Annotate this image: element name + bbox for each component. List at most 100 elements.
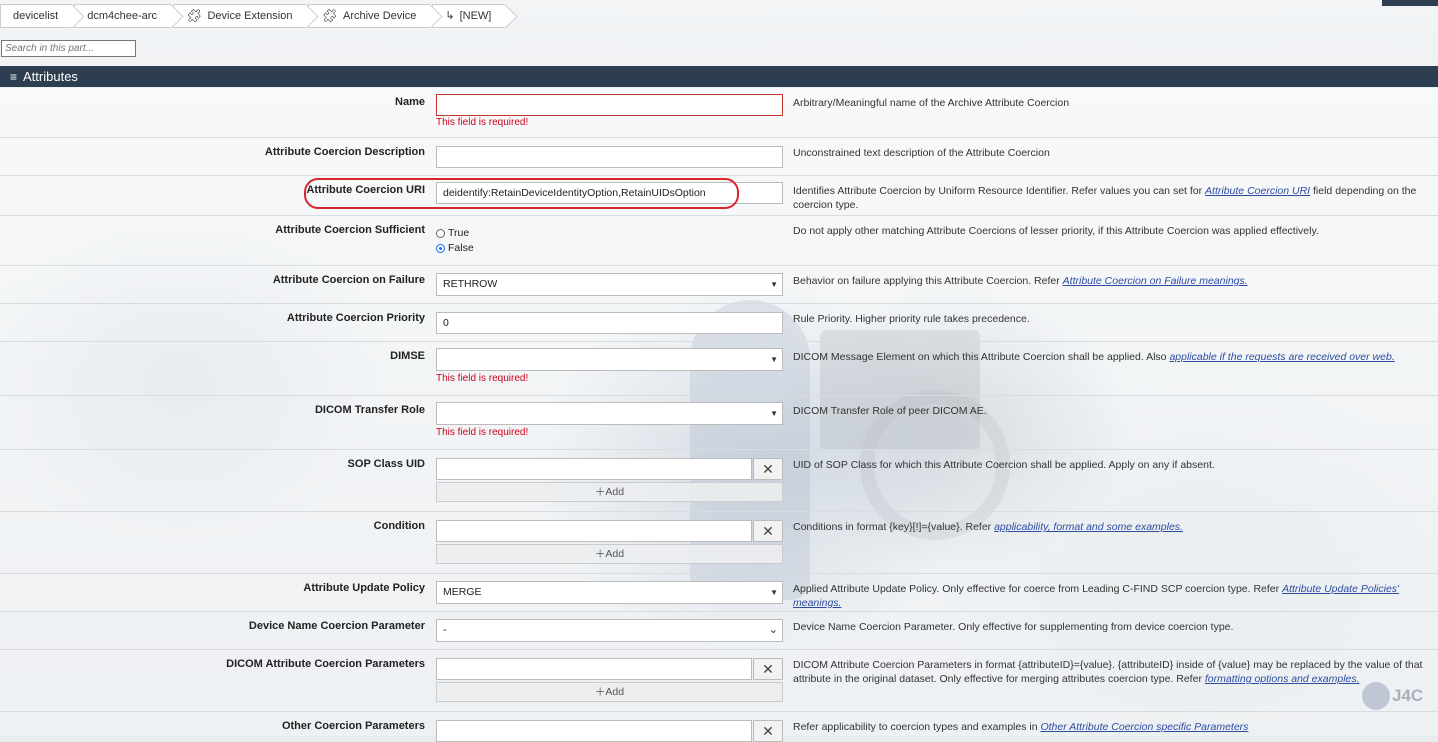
j4c-logo: J4C [1362, 682, 1423, 710]
row-description: Attribute Coercion Description Unconstra… [0, 138, 1438, 176]
caret-down-icon: ▼ [770, 409, 778, 418]
field-label: Device Name Coercion Parameter [248, 620, 425, 632]
field-label: Attribute Update Policy [303, 582, 425, 594]
menu-icon: ≡ [10, 70, 18, 84]
row-sufficient: Attribute Coercion Sufficient True False… [0, 216, 1438, 266]
name-input[interactable] [436, 94, 783, 116]
close-icon: ✕ [762, 661, 774, 677]
field-description: Identifies Attribute Coercion by Uniform… [793, 184, 1433, 212]
priority-input[interactable]: 0 [436, 312, 783, 334]
sop-class-input[interactable] [436, 458, 752, 480]
field-label: DICOM Attribute Coercion Parameters [226, 658, 425, 670]
desc-text: Refer applicability to coercion types an… [793, 721, 1041, 733]
row-on-failure: Attribute Coercion on Failure RETHROW ▼ B… [0, 266, 1438, 304]
radio-true[interactable]: True [436, 227, 469, 239]
radio-label: False [448, 242, 474, 254]
dimse-select[interactable]: ▼ [436, 348, 783, 371]
transfer-role-select[interactable]: ▼ [436, 402, 783, 425]
breadcrumb-archive-device[interactable]: 🧩︎ Archive Device [308, 4, 431, 28]
attributes-header[interactable]: ≡ Attributes [0, 66, 1438, 87]
field-description: Applied Attribute Update Policy. Only ef… [793, 582, 1433, 610]
clear-button[interactable]: ✕ [753, 520, 783, 542]
row-transfer-role: DICOM Transfer Role ▼ This field is requ… [0, 396, 1438, 450]
close-icon: ✕ [762, 523, 774, 539]
plus-icon: ＋ [594, 548, 606, 560]
add-label: Add [605, 486, 625, 498]
field-label: Name [395, 96, 425, 108]
dicom-params-input[interactable] [436, 658, 752, 680]
clear-button[interactable]: ✕ [753, 720, 783, 742]
desc-text: Identifies Attribute Coercion by Uniform… [793, 185, 1206, 197]
condition-input[interactable] [436, 520, 752, 542]
add-button[interactable]: ＋Add [436, 544, 783, 564]
field-description: DICOM Message Element on which this Attr… [793, 350, 1433, 364]
required-message: This field is required! [436, 117, 529, 128]
other-params-input[interactable] [436, 720, 752, 742]
field-description: Rule Priority. Higher priority rule take… [793, 313, 1030, 325]
clear-button[interactable]: ✕ [753, 458, 783, 480]
field-label: SOP Class UID [347, 458, 425, 470]
desc-text: Conditions in format {key}[!]={value}. R… [793, 521, 995, 533]
breadcrumb-label: devicelist [13, 10, 59, 22]
on-failure-select[interactable]: RETHROW ▼ [436, 273, 783, 296]
add-label: Add [605, 686, 625, 698]
logo-text: J4C [1392, 686, 1424, 705]
add-button[interactable]: ＋Add [436, 482, 783, 502]
puzzle-icon: 🧩︎ [321, 8, 338, 23]
radio-false[interactable]: False [436, 242, 474, 254]
uri-input[interactable]: deidentify:RetainDeviceIdentityOption,Re… [436, 182, 783, 204]
caret-down-icon: ▼ [770, 355, 778, 364]
chevron-down-icon: ⌄ [768, 624, 778, 636]
add-button[interactable]: ＋Add [436, 682, 783, 702]
required-message: This field is required! [436, 427, 529, 438]
clear-button[interactable]: ✕ [753, 658, 783, 680]
breadcrumb-label: [NEW] [459, 10, 492, 22]
device-name-param-select[interactable]: - ⌄ [436, 619, 783, 642]
row-dicom-params: DICOM Attribute Coercion Parameters ✕ ＋A… [0, 650, 1438, 712]
field-description: UID of SOP Class for which this Attribut… [793, 459, 1215, 471]
field-description: Arbitrary/Meaningful name of the Archive… [793, 97, 1070, 109]
field-label: Attribute Coercion on Failure [272, 274, 425, 286]
field-label: Condition [373, 520, 425, 532]
radio-circle-icon [436, 243, 445, 253]
breadcrumb-device-extension[interactable]: 🧩︎ Device Extension [172, 4, 307, 28]
close-icon: ✕ [762, 461, 774, 477]
logo-ball-icon [1362, 682, 1390, 710]
add-label: Add [605, 548, 625, 560]
breadcrumb-devicelist[interactable]: devicelist [0, 4, 73, 28]
close-icon: ✕ [762, 723, 774, 739]
caret-down-icon: ▼ [770, 588, 778, 597]
other-params-help-link[interactable]: Other Attribute Coercion specific Parame… [1040, 721, 1248, 733]
breadcrumb-label: Device Extension [207, 10, 293, 22]
dimse-help-link[interactable]: applicable if the requests are received … [1169, 351, 1394, 363]
row-condition: Condition ✕ ＋Add Conditions in format {k… [0, 512, 1438, 574]
breadcrumb-dcm4chee-arc[interactable]: dcm4chee-arc [74, 4, 171, 28]
condition-help-link[interactable]: applicability, format and some examples. [994, 521, 1183, 533]
search-input[interactable] [1, 40, 136, 57]
field-label: Attribute Coercion URI [306, 184, 425, 196]
desc-text: Applied Attribute Update Policy. Only ef… [793, 583, 1283, 595]
select-value: RETHROW [443, 278, 498, 290]
breadcrumb-label: Archive Device [342, 10, 417, 22]
field-description: Conditions in format {key}[!]={value}. R… [793, 520, 1433, 534]
breadcrumb: devicelist dcm4chee-arc 🧩︎ Device Extensi… [0, 4, 507, 30]
row-device-name-param: Device Name Coercion Parameter - ⌄ Device… [0, 612, 1438, 650]
select-value: MERGE [443, 586, 482, 598]
update-policy-select[interactable]: MERGE ▼ [436, 581, 783, 604]
breadcrumb-new[interactable]: ↳ [NEW] [432, 4, 506, 28]
field-description: Refer applicability to coercion types an… [793, 720, 1433, 734]
field-description: DICOM Transfer Role of peer DICOM AE. [793, 405, 987, 417]
plus-icon: ＋ [594, 486, 606, 498]
on-failure-help-link[interactable]: Attribute Coercion on Failure meanings. [1063, 275, 1248, 287]
uri-help-link[interactable]: Attribute Coercion URI [1205, 185, 1310, 197]
desc-text: Behavior on failure applying this Attrib… [793, 275, 1063, 287]
dicom-params-help-link[interactable]: formatting options and examples. [1205, 673, 1360, 685]
row-name: Name This field is required! Arbitrary/M… [0, 88, 1438, 138]
description-input[interactable] [436, 146, 783, 168]
field-description: Do not apply other matching Attribute Co… [793, 225, 1319, 237]
row-update-policy: Attribute Update Policy MERGE ▼ Applied A… [0, 574, 1438, 612]
field-description: Device Name Coercion Parameter. Only eff… [793, 621, 1234, 633]
field-label: DICOM Transfer Role [314, 404, 425, 416]
row-uri: Attribute Coercion URI deidentify:Retain… [0, 176, 1438, 216]
radio-circle-icon [436, 228, 445, 238]
